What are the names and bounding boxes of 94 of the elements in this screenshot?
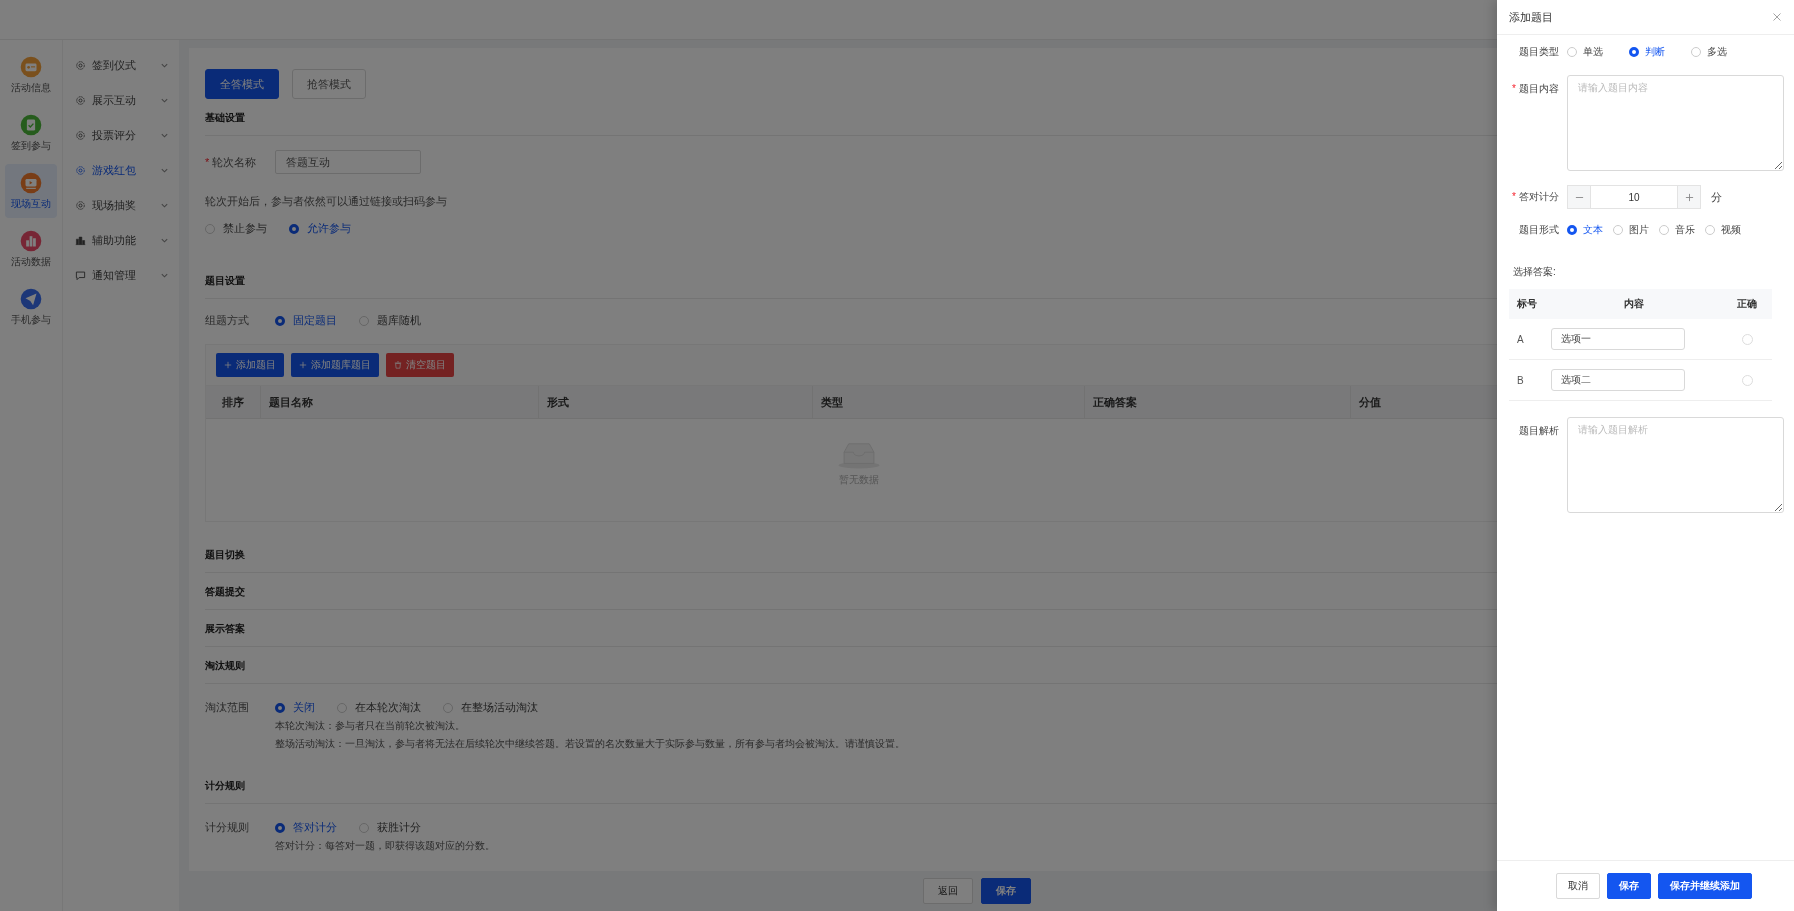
bar-chart-icon — [20, 229, 42, 252]
rail-item[interactable]: 手机参与 — [5, 280, 57, 334]
radio-option[interactable]: 禁止参与 — [205, 221, 267, 236]
save-button[interactable]: 保存 — [1607, 873, 1651, 899]
close-icon[interactable] — [1772, 12, 1782, 22]
field-label: 题目解析 — [1518, 424, 1560, 438]
play-icon — [20, 171, 42, 194]
radio-option[interactable]: 题库随机 — [359, 313, 421, 328]
round-name-field[interactable]: 答题互动 — [275, 150, 421, 174]
minus-button[interactable] — [1567, 185, 1591, 209]
cancel-button[interactable]: 取消 — [1556, 873, 1600, 899]
field-label: * 题目内容 — [1511, 82, 1560, 96]
radio-option[interactable]: 多选 — [1691, 45, 1753, 59]
chevron-down-icon — [160, 166, 169, 175]
building-icon — [75, 235, 86, 246]
radio-option[interactable]: 判断 — [1629, 45, 1691, 59]
correct-radio[interactable] — [1741, 333, 1753, 345]
radio-option[interactable]: 固定题目 — [275, 313, 337, 328]
radio-option[interactable]: 视频 — [1705, 223, 1741, 237]
menu-item[interactable]: 签到仪式 — [63, 48, 179, 83]
note-text: 本轮次淘汰：参与者只在当前轮次被淘汰。 — [275, 719, 466, 733]
document-check-icon — [20, 113, 42, 136]
radio-option[interactable]: 文本 — [1567, 223, 1603, 237]
radio-option[interactable]: 答对计分 — [275, 820, 337, 835]
field-label: * 轮次名称 — [205, 154, 258, 170]
column-header: 排序 — [206, 386, 261, 418]
radio-option[interactable]: 单选 — [1567, 45, 1629, 59]
analysis-field[interactable]: 请输入题目解析 — [1567, 417, 1784, 513]
correct-radio[interactable] — [1741, 374, 1753, 386]
option-field[interactable]: 选项二 — [1551, 369, 1685, 391]
gear-icon — [75, 60, 86, 71]
chevron-down-icon — [160, 96, 169, 105]
chevron-down-icon — [160, 131, 169, 140]
menu-item[interactable]: 投票评分 — [63, 118, 179, 153]
gear-icon — [75, 165, 86, 176]
option-tag: A — [1509, 333, 1545, 345]
option-tag: B — [1509, 374, 1545, 386]
radio-option[interactable]: 获胜计分 — [359, 820, 421, 835]
gear-icon — [75, 200, 86, 211]
content-field[interactable]: 请输入题目内容 — [1567, 75, 1784, 171]
drawer-title: 添加题目 — [1509, 9, 1553, 25]
chevron-down-icon — [160, 201, 169, 210]
field-label: 题目类型 — [1518, 45, 1560, 59]
rail-item[interactable]: 签到参与 — [5, 106, 57, 160]
menu-item[interactable]: 游戏红包 — [63, 153, 179, 188]
table-header: 标号 内容 正确 — [1509, 289, 1772, 319]
radio-option[interactable]: 图片 — [1613, 223, 1649, 237]
radio-option[interactable]: 在本轮次淘汰 — [337, 700, 421, 715]
menu-item[interactable]: 展示互动 — [63, 83, 179, 118]
field-label: 题目形式 — [1518, 223, 1560, 237]
paper-plane-icon — [20, 287, 42, 310]
mode-tab[interactable]: 抢答模式 — [292, 69, 366, 99]
field-label: * 答对计分 — [1511, 190, 1560, 204]
hint-text: 轮次开始后，参与者依然可以通过链接或扫码参与 — [205, 194, 447, 209]
gear-icon — [75, 130, 86, 141]
column-header: 形式 — [539, 386, 813, 418]
trash-icon — [394, 361, 402, 369]
save-button[interactable]: 保存 — [980, 878, 1031, 904]
add-button[interactable]: 添加题目 — [216, 353, 284, 377]
message-icon — [75, 270, 86, 281]
field-label: 淘汰范围 — [205, 700, 250, 715]
rail-item[interactable]: 现场互动 — [5, 164, 57, 218]
add-button[interactable]: 添加题库题目 — [291, 353, 379, 377]
save-button[interactable]: 保存并继续添加 — [1658, 873, 1752, 899]
plus-button[interactable] — [1677, 185, 1701, 209]
column-header: 题目名称 — [261, 386, 539, 418]
menu-item[interactable]: 通知管理 — [63, 258, 179, 293]
column-header: 正确答案 — [1085, 386, 1351, 418]
clear-button[interactable]: 清空题目 — [386, 353, 454, 377]
score-field[interactable]: 10 — [1591, 185, 1677, 209]
field-label: 组题方式 — [205, 313, 250, 328]
gear-icon — [75, 95, 86, 106]
radio-option[interactable]: 允许参与 — [289, 221, 351, 236]
chevron-down-icon — [160, 271, 169, 280]
section-label: 选择答案: — [1513, 265, 1557, 279]
radio-option[interactable]: 在整场活动淘汰 — [443, 700, 538, 715]
chevron-down-icon — [160, 236, 169, 245]
option-field[interactable]: 选项一 — [1551, 328, 1685, 350]
chevron-down-icon — [160, 61, 169, 70]
back-button[interactable]: 返回 — [922, 878, 973, 904]
column-header: 类型 — [813, 386, 1085, 418]
radio-option[interactable]: 音乐 — [1659, 223, 1695, 237]
field-label: 计分规则 — [205, 820, 250, 835]
rail-item[interactable]: 活动信息 — [5, 48, 57, 102]
id-card-icon — [20, 55, 42, 78]
rail-item[interactable]: 活动数据 — [5, 222, 57, 276]
menu-item[interactable]: 现场抽奖 — [63, 188, 179, 223]
plus-icon — [1684, 192, 1694, 202]
plus-icon — [299, 361, 307, 369]
mode-tab[interactable]: 全答模式 — [205, 69, 279, 99]
unit-text: 分 — [1711, 189, 1722, 205]
menu-item[interactable]: 辅助功能 — [63, 223, 179, 258]
radio-option[interactable]: 关闭 — [275, 700, 315, 715]
plus-icon — [224, 361, 232, 369]
